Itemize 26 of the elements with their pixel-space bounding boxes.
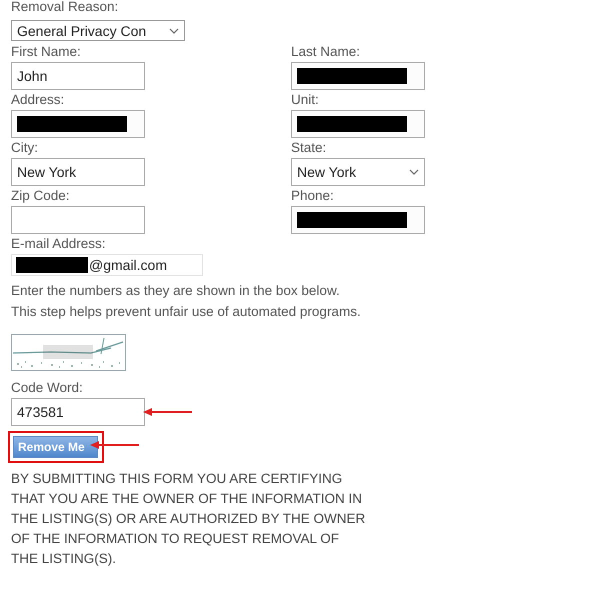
- reason-select[interactable]: General Privacy Con: [11, 20, 185, 41]
- field-label: Last Name:: [291, 45, 362, 59]
- field-label: Unit:: [291, 93, 320, 107]
- input-field[interactable]: New York: [11, 158, 145, 186]
- input-field[interactable]: [11, 110, 145, 138]
- input-field[interactable]: [291, 110, 425, 138]
- instructions-text: Enter the numbers as they are shown in the box below. This step helps prevent unfair use of automated programs.: [11, 282, 362, 321]
- input-field[interactable]: [11, 206, 145, 234]
- field-label: Removal Reason:: [11, 0, 120, 14]
- code-word-field[interactable]: 473581: [11, 398, 145, 426]
- field-label: Zip Code:: [11, 189, 71, 203]
- field-label: First Name:: [11, 45, 82, 59]
- field-label: City:: [11, 141, 39, 155]
- state-select[interactable]: New York: [291, 158, 425, 186]
- field-label: Phone:: [291, 189, 335, 203]
- input-field[interactable]: [291, 206, 425, 234]
- field-label: Address:: [11, 93, 66, 107]
- disclaimer-text: BY SUBMITTING THIS FORM YOU ARE CERTIFYING THAT YOU ARE THE OWNER OF THE INFORMATION IN THE LISTING(S) OR ARE AUTHORIZED BY THE OWNER OF THE INFORMATION TO REQUEST REMOVAL OF THE LISTING(S).: [11, 470, 366, 568]
- caret-icon: [409, 169, 419, 175]
- field-label: Code Word:: [11, 381, 84, 395]
- field-label: E-mail Address:: [11, 237, 107, 251]
- caret-icon: [169, 28, 179, 34]
- input-field[interactable]: John: [11, 62, 145, 90]
- input-field[interactable]: [291, 62, 425, 90]
- email-field[interactable]: @gmail.com: [11, 254, 203, 276]
- field-label: State:: [291, 141, 328, 155]
